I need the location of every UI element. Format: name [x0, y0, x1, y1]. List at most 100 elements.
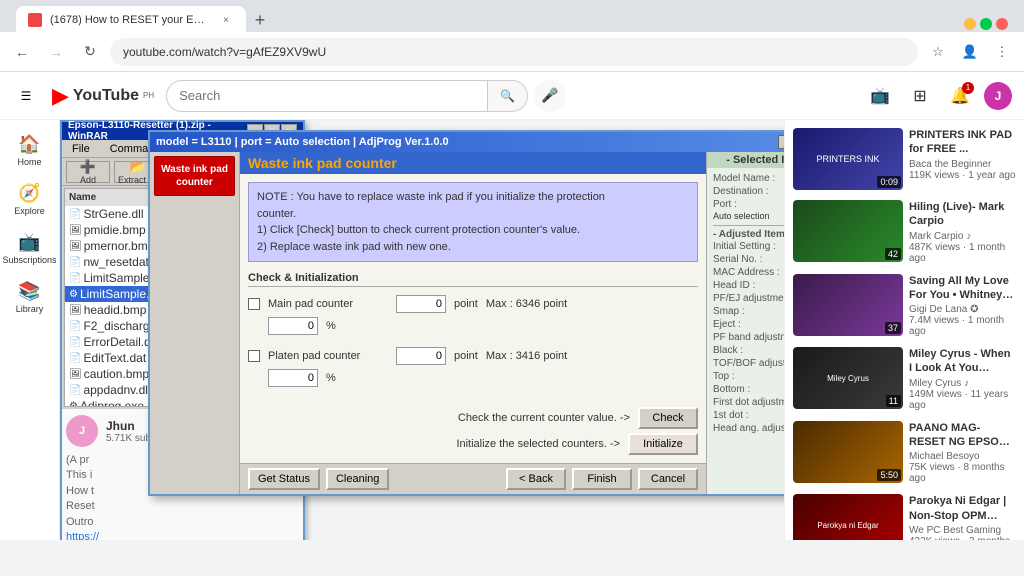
rec-duration-3: 11 — [886, 395, 901, 407]
file-icon: 📄 — [69, 385, 81, 396]
rec-item-2[interactable]: 37 Saving All My Love For You • Whitney … — [793, 274, 1016, 338]
main-pad-checkbox[interactable] — [248, 298, 260, 310]
rec-thumb-5: Parokya ni Edgar Non Stop — [793, 494, 903, 540]
main-pad-input[interactable] — [396, 295, 446, 313]
init-row: Initialize the selected counters. -> Ini… — [248, 433, 698, 455]
sidebar-explore[interactable]: 🧭 Explore — [4, 177, 56, 222]
notifications[interactable]: 🔔 1 — [944, 80, 976, 112]
hamburger-icon: ☰ — [21, 89, 32, 103]
sidebar-home[interactable]: 🏠 Home — [4, 128, 56, 173]
check-btn[interactable]: Check — [638, 407, 698, 429]
tab-close-btn[interactable]: × — [218, 12, 234, 28]
subs-icon: 📺 — [18, 232, 40, 253]
adj-main-title: Waste ink pad counter — [248, 155, 397, 171]
platen-pad-pct-input[interactable] — [268, 369, 318, 387]
rec-title-4: PAANO MAG-RESET NG EPSON L120 PRINTER (H… — [909, 421, 1016, 450]
rec-duration-1: 42 — [885, 248, 901, 260]
right-mac-row: MAC Address : — [713, 266, 784, 279]
check-init-area: Check the current counter value. -> Chec… — [248, 407, 698, 455]
adj-section-title: Check & Initialization — [248, 272, 698, 287]
platen-pad-label: Platen pad counter — [268, 350, 388, 362]
rec-channel-5: We PC Best Gaming — [909, 525, 1016, 536]
cleaning-btn[interactable]: Cleaning — [326, 468, 389, 490]
right-eject-row: Eject : — [713, 318, 784, 331]
rec-title-0: PRINTERS INK PAD for FREE ... — [909, 128, 1016, 157]
menu-file[interactable]: File — [66, 142, 96, 156]
rec-duration-4: 5:50 — [877, 469, 901, 481]
rec-channel-3: Miley Cyrus ♪ — [909, 378, 1016, 389]
sidebar-subs[interactable]: 📺 Subscriptions — [4, 226, 56, 271]
refresh-btn[interactable]: ↻ — [76, 38, 104, 66]
init-label: Initialize the selected counters. -> — [456, 438, 620, 450]
rec-item-5[interactable]: Parokya ni Edgar Non Stop Parokya Ni Edg… — [793, 494, 1016, 540]
rec-title-5: Parokya Ni Edgar | Non-Stop OPM Songs 20… — [909, 494, 1016, 523]
main-pad-pct-input[interactable] — [268, 317, 318, 335]
active-tab[interactable]: (1678) How to RESET your Epso... × — [16, 6, 246, 34]
rec-meta-2: 7.4M views · 1 month ago — [909, 315, 1016, 337]
rec-info-2: Saving All My Love For You • Whitney Hou… — [909, 274, 1016, 338]
hamburger-menu[interactable]: ☰ — [12, 89, 40, 103]
winrar-add-btn[interactable]: ➕ Add — [66, 161, 110, 183]
rec-channel-4: Michael Besoyo — [909, 451, 1016, 462]
rec-item-3[interactable]: Miley Cyrus 11 Miley Cyrus - When I Look… — [793, 347, 1016, 411]
rec-item-4[interactable]: 5:50 PAANO MAG-RESET NG EPSON L120 PRINT… — [793, 421, 1016, 485]
extract-icon: 📂 — [130, 159, 146, 175]
close-btn[interactable] — [996, 18, 1008, 30]
get-status-btn[interactable]: Get Status — [248, 468, 320, 490]
sidebar-library[interactable]: 📚 Library — [4, 275, 56, 320]
main-pad-label: Main pad counter — [268, 298, 388, 310]
right-firstdot-label: First dot adjustment — [713, 397, 784, 408]
rec-channel-1: Mark Carpio ♪ — [909, 231, 1016, 242]
check-row: Check the current counter value. -> Chec… — [248, 407, 698, 429]
account-icon[interactable]: 👤 — [956, 38, 984, 66]
new-tab-btn[interactable]: + — [246, 6, 274, 34]
adj-note-box: NOTE : You have to replace waste ink pad… — [248, 182, 698, 262]
adj-note-line1: NOTE : You have to replace waste ink pad… — [257, 189, 689, 206]
cancel-btn[interactable]: Cancel — [638, 468, 698, 490]
bookmark-icon[interactable]: ☆ — [924, 38, 952, 66]
cast-icon[interactable]: 📺 — [864, 80, 896, 112]
init-btn[interactable]: Initialize — [628, 433, 698, 455]
search-input[interactable] — [166, 80, 488, 112]
platen-pad-input[interactable] — [396, 347, 446, 365]
rec-thumb-4: 5:50 — [793, 421, 903, 483]
channel-avatar[interactable]: J — [66, 415, 98, 447]
right-dest-label: Destination : — [713, 186, 769, 197]
right-pfband-label: PF band adjustment — [713, 332, 784, 343]
adj-win-btns: _ □ × — [778, 135, 784, 149]
nav-icons: ☆ 👤 ⋮ — [924, 38, 1016, 66]
rec-item-1[interactable]: 42 Hiling (Live)- Mark Carpio Mark Carpi… — [793, 200, 1016, 264]
back-btn[interactable]: < Back — [506, 468, 566, 490]
waste-ink-nav-btn[interactable]: Waste ink pad counter — [154, 156, 235, 196]
adj-title-bar: model = L3110 | port = Auto selection | … — [150, 132, 784, 152]
rec-info-1: Hiling (Live)- Mark Carpio Mark Carpio ♪… — [909, 200, 1016, 264]
minimize-btn[interactable] — [964, 18, 976, 30]
maximize-btn[interactable] — [980, 18, 992, 30]
search-btn[interactable]: 🔍 — [488, 80, 528, 112]
right-eject-label: Eject : — [713, 319, 741, 330]
youtube-logo[interactable]: ▶ YouTube PH — [52, 83, 154, 109]
platen-pad-checkbox[interactable] — [248, 350, 260, 362]
adj-note-line3: 1) Click [Check] button to check current… — [257, 222, 689, 239]
rec-item-0[interactable]: PRINTERS INK 0:09 PRINTERS INK PAD for F… — [793, 128, 1016, 190]
adj-minimize-btn[interactable]: _ — [778, 135, 784, 149]
finish-btn[interactable]: Finish — [572, 468, 632, 490]
url-text: youtube.com/watch?v=gAfEZ9XV9wU — [123, 45, 326, 59]
platen-pad-pct-row: % — [268, 369, 698, 387]
grid-icon[interactable]: ⊞ — [904, 80, 936, 112]
forward-btn[interactable]: → — [42, 38, 70, 66]
rec-duration-2: 37 — [885, 322, 901, 334]
add-icon: ➕ — [80, 159, 96, 175]
mic-btn[interactable]: 🎤 — [534, 80, 566, 112]
platen-pad-unit: point — [454, 350, 478, 362]
settings-icon[interactable]: ⋮ — [988, 38, 1016, 66]
user-avatar[interactable]: J — [984, 82, 1012, 110]
back-btn[interactable]: ← — [8, 38, 36, 66]
address-bar[interactable]: youtube.com/watch?v=gAfEZ9XV9wU — [110, 38, 918, 66]
file-icon: 🖼 — [69, 369, 82, 380]
right-black-row: Black : — [713, 344, 784, 357]
browser-window: (1678) How to RESET your Epso... × + ← →… — [0, 0, 1024, 72]
rec-meta-4: 75K views · 8 months ago — [909, 462, 1016, 484]
right-port-row: Port : — [713, 198, 784, 211]
file-icon: ⚙ — [69, 401, 78, 407]
